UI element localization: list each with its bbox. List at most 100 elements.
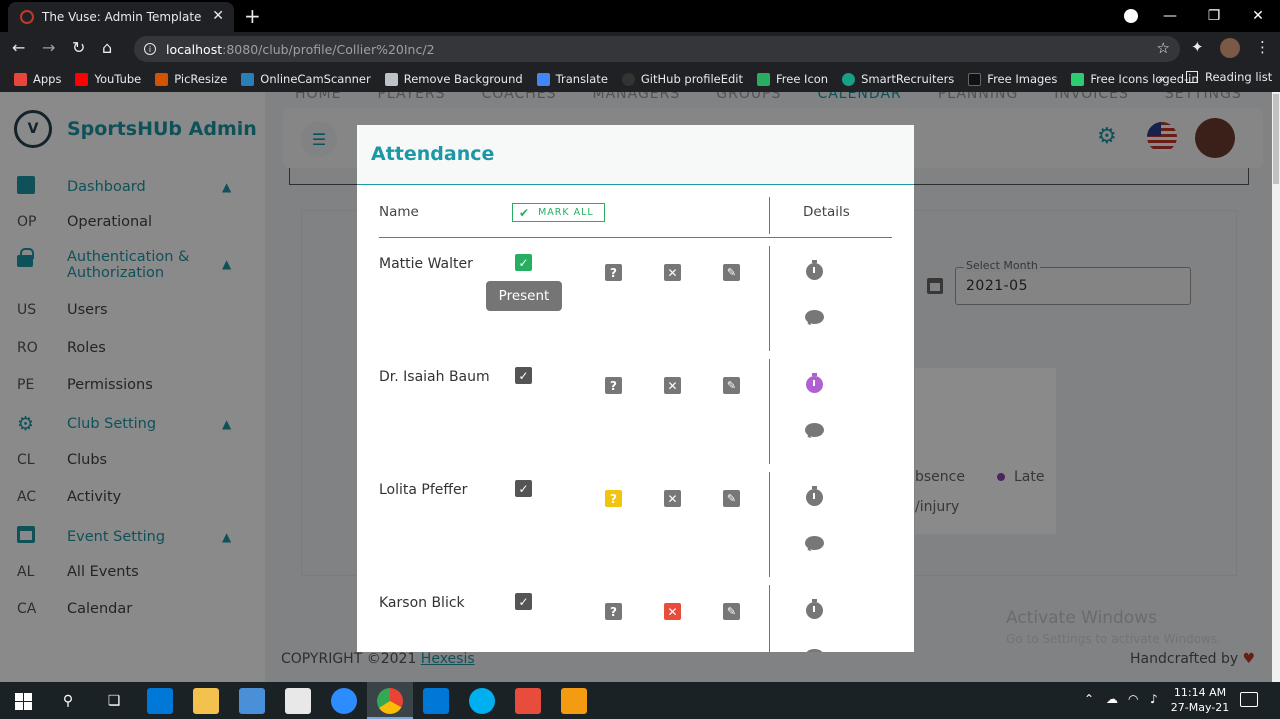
present-checkbox-icon[interactable]: ✓	[515, 254, 532, 271]
late-stopwatch-icon[interactable]	[806, 599, 823, 619]
attendance-row: Mattie Walter ✓ ? ✕ ✎	[357, 246, 914, 359]
row-divider	[769, 359, 770, 464]
zoom-icon[interactable]	[331, 688, 357, 714]
tab-close-icon[interactable]: ✕	[212, 8, 224, 24]
tab-favicon-icon	[20, 10, 34, 24]
site-info-icon[interactable]: i	[144, 43, 156, 55]
notification-icon[interactable]	[1240, 692, 1258, 707]
onedrive-icon[interactable]: ☁	[1106, 692, 1118, 706]
question-icon[interactable]: ?	[605, 264, 622, 281]
modal-header: Attendance	[357, 125, 914, 185]
question-icon[interactable]: ?	[605, 603, 622, 620]
bookmark-item[interactable]: Remove Background	[384, 72, 523, 86]
edge-icon[interactable]	[147, 688, 173, 714]
comment-icon[interactable]	[805, 310, 824, 324]
bookmark-item[interactable]: GitHub profileEdit	[621, 72, 743, 86]
browser-menu-icon[interactable]: ⋮	[1255, 38, 1270, 56]
present-checkbox-icon[interactable]: ✓	[515, 367, 532, 384]
column-name-header: Name	[379, 204, 419, 220]
system-clock[interactable]: 11:14 AM 27-May-21	[1170, 685, 1230, 715]
wifi-icon[interactable]: ◠	[1128, 692, 1138, 706]
page-scrollbar[interactable]	[1272, 92, 1280, 682]
attendance-modal: Attendance Name ✔ MARK ALL Details Matti…	[357, 125, 914, 652]
anydesk-icon[interactable]	[515, 688, 541, 714]
forward-icon[interactable]: →	[42, 38, 55, 57]
smartrecruiters-icon	[842, 72, 856, 86]
browser-tab-bar: The Vuse: Admin Template ✕ + — ❐ ✕	[0, 0, 1280, 32]
maximize-icon[interactable]: ❐	[1192, 0, 1236, 32]
bookmark-star-icon[interactable]: ☆	[1157, 39, 1170, 57]
bookmark-item[interactable]: YouTube	[75, 72, 141, 86]
absent-icon[interactable]: ✕	[664, 377, 681, 394]
absent-icon[interactable]: ✕	[664, 603, 681, 620]
browser-tab[interactable]: The Vuse: Admin Template ✕	[8, 2, 234, 32]
bookmark-item[interactable]: Translate	[536, 72, 608, 86]
reload-icon[interactable]: ↻	[72, 38, 85, 57]
tab-title: The Vuse: Admin Template	[42, 10, 202, 24]
picresize-icon	[155, 72, 169, 86]
bookmark-item[interactable]: Free Icons loged-in	[1071, 72, 1199, 86]
free-images-icon	[968, 72, 982, 86]
minimize-icon[interactable]: —	[1148, 0, 1192, 32]
reading-list-icon	[1186, 71, 1198, 83]
profile-menu-icon[interactable]	[1124, 9, 1138, 23]
translate-icon	[536, 72, 550, 86]
windows-taskbar: ⚲ ❏ ⌃ ☁ ◠ ♪ 11:14 AM 27-May-21	[0, 682, 1280, 719]
bookmark-item[interactable]: Free Images	[968, 72, 1057, 86]
store-icon[interactable]	[239, 688, 265, 714]
profile-avatar[interactable]	[1220, 38, 1240, 58]
attendance-row: Karson Blick ✓ ? ✕ ✎	[357, 585, 914, 652]
extensions-icon[interactable]: ✦	[1191, 38, 1204, 56]
comment-icon[interactable]	[805, 423, 824, 437]
bookmark-item[interactable]: OnlineCamScanner	[241, 72, 371, 86]
bookmark-item[interactable]: Free Icon	[757, 72, 828, 86]
git-icon[interactable]	[561, 688, 587, 714]
bookmarks-more-icon[interactable]: »	[1158, 71, 1165, 85]
edit-icon[interactable]: ✎	[723, 603, 740, 620]
edit-icon[interactable]: ✎	[723, 264, 740, 281]
header-rule	[379, 237, 892, 238]
present-checkbox-icon[interactable]: ✓	[515, 480, 532, 497]
search-icon[interactable]: ⚲	[58, 691, 78, 711]
checkmark-icon: ✔	[519, 205, 531, 220]
mark-all-button[interactable]: ✔ MARK ALL	[512, 203, 605, 222]
bookmark-item[interactable]: Apps	[14, 72, 61, 86]
row-divider	[769, 585, 770, 652]
file-explorer-icon[interactable]	[193, 688, 219, 714]
absent-icon[interactable]: ✕	[664, 490, 681, 507]
apps-icon	[14, 72, 27, 86]
skype-icon[interactable]	[469, 688, 495, 714]
late-stopwatch-icon[interactable]	[806, 486, 823, 506]
new-tab-button[interactable]: +	[244, 4, 261, 28]
tray-chevron-icon[interactable]: ⌃	[1084, 692, 1094, 706]
scrollbar-thumb[interactable]	[1273, 94, 1279, 184]
edit-icon[interactable]: ✎	[723, 377, 740, 394]
edit-icon[interactable]: ✎	[723, 490, 740, 507]
question-icon[interactable]: ?	[605, 490, 622, 507]
task-view-icon[interactable]: ❏	[104, 691, 124, 711]
absent-icon[interactable]: ✕	[664, 264, 681, 281]
chrome-icon[interactable]	[377, 688, 403, 714]
late-stopwatch-icon[interactable]	[806, 373, 823, 393]
home-icon[interactable]: ⌂	[102, 38, 112, 57]
row-divider	[769, 472, 770, 577]
address-bar[interactable]: i localhost:8080/club/profile/Collier%20…	[134, 36, 1180, 62]
bookmarks-bar: Apps YouTube PicResize OnlineCamScanner …	[0, 66, 1280, 92]
volume-icon[interactable]: ♪	[1150, 692, 1158, 706]
comment-icon[interactable]	[805, 536, 824, 550]
mail-icon[interactable]	[285, 688, 311, 714]
reading-list[interactable]: Reading list	[1186, 70, 1272, 84]
bookmark-item[interactable]: PicResize	[155, 72, 227, 86]
vscode-icon[interactable]	[423, 688, 449, 714]
attendance-row: Dr. Isaiah Baum ✓ ? ✕ ✎	[357, 359, 914, 472]
late-stopwatch-icon[interactable]	[806, 260, 823, 280]
question-icon[interactable]: ?	[605, 377, 622, 394]
close-window-icon[interactable]: ✕	[1236, 0, 1280, 32]
windows-start-icon[interactable]	[13, 691, 33, 711]
back-icon[interactable]: ←	[12, 38, 25, 57]
player-name: Lolita Pfeffer	[379, 482, 468, 498]
comment-icon[interactable]	[805, 649, 824, 652]
present-checkbox-icon[interactable]: ✓	[515, 593, 532, 610]
camscanner-icon	[241, 72, 255, 86]
bookmark-item[interactable]: SmartRecruiters	[842, 72, 954, 86]
